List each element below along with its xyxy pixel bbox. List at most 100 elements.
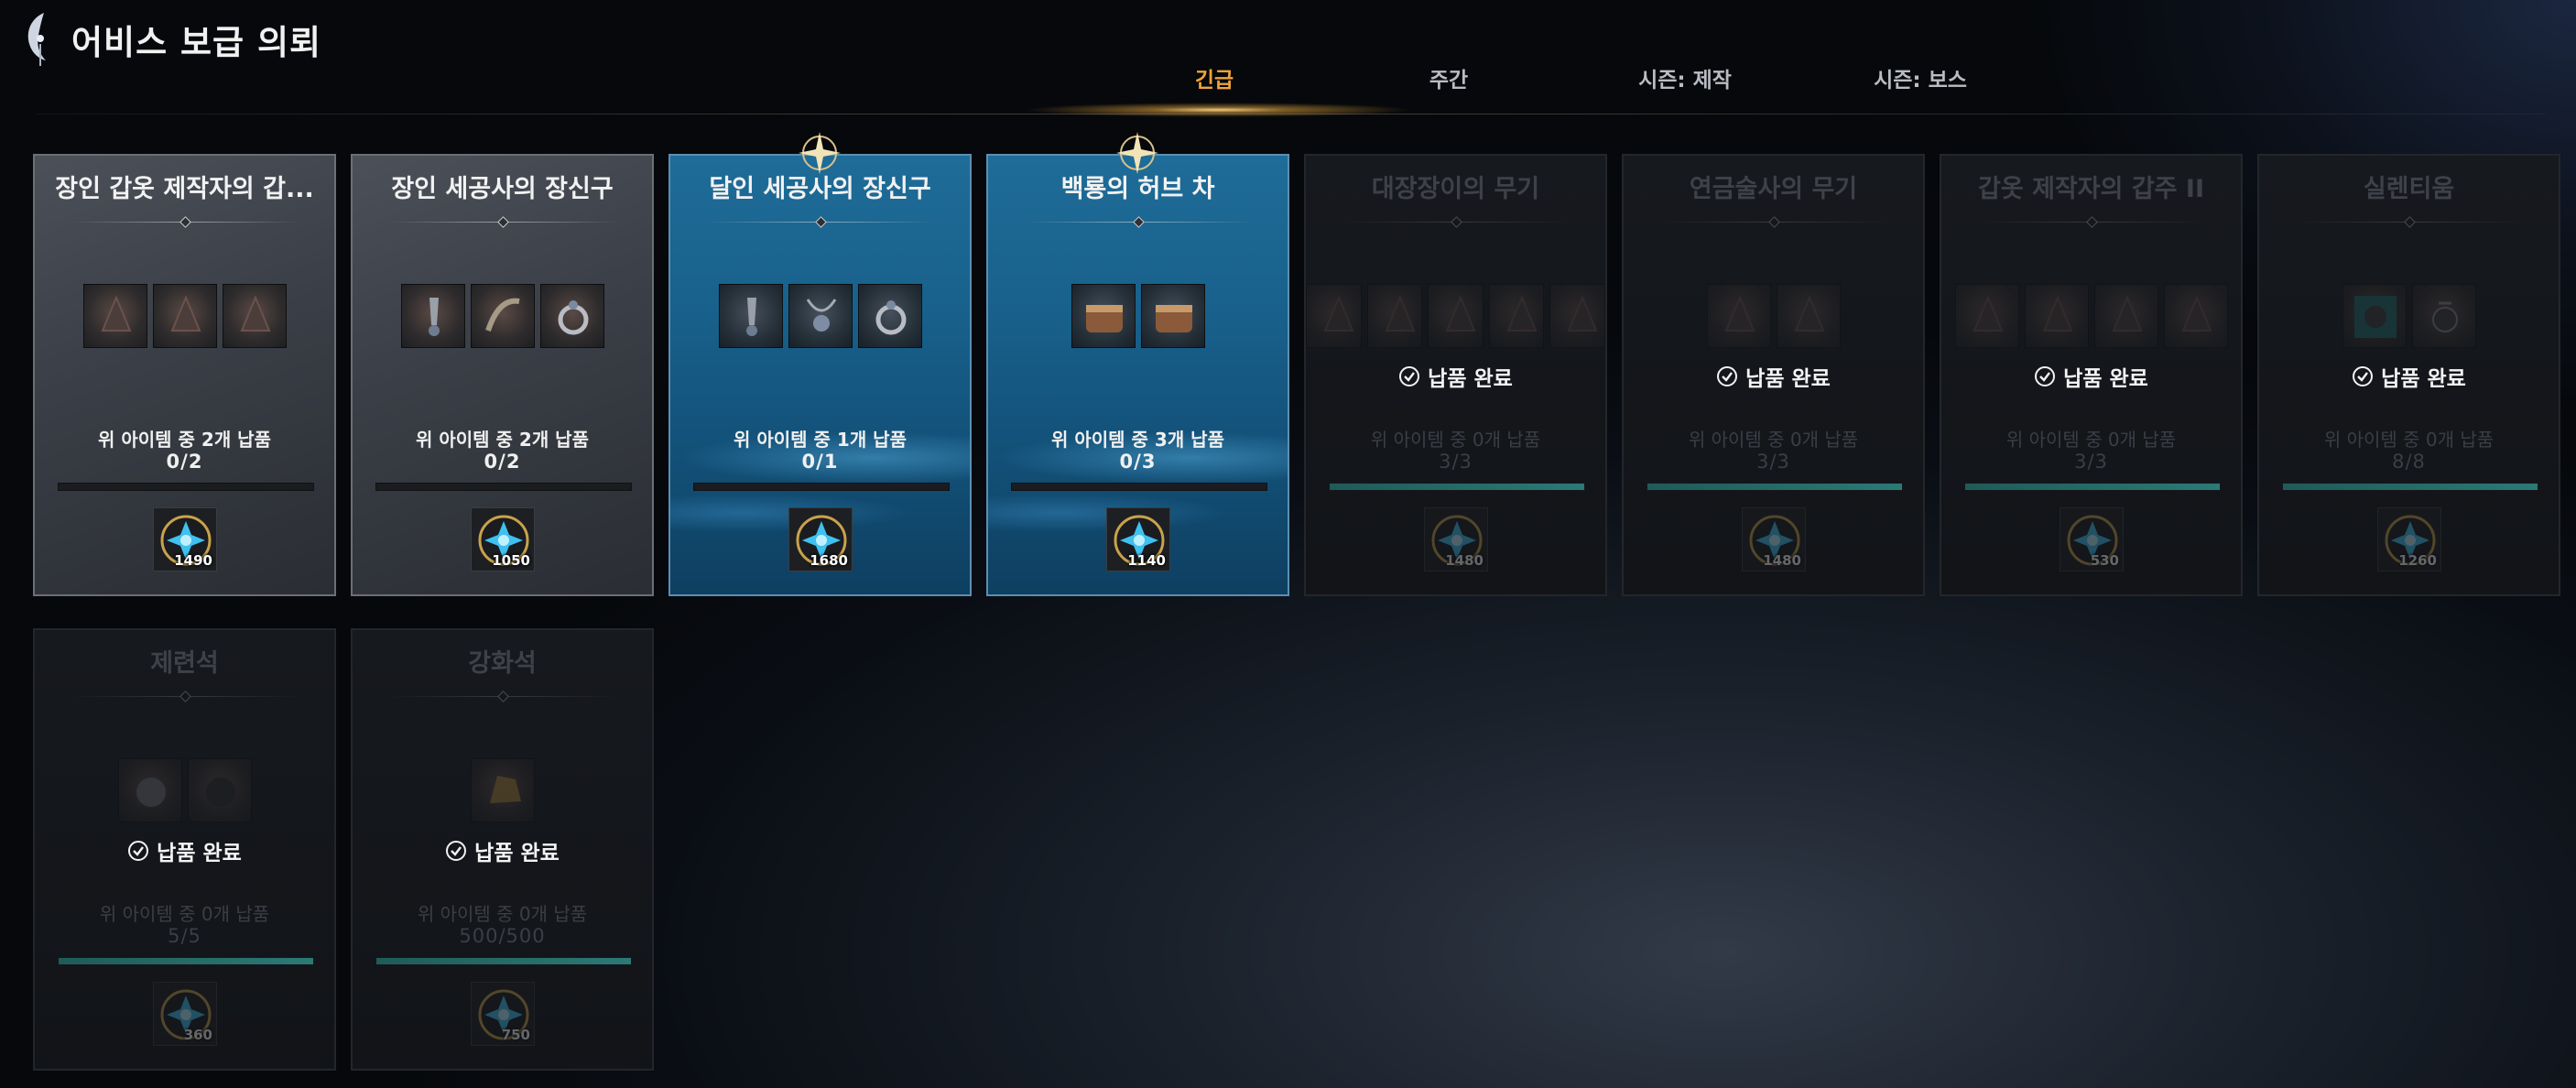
reward-slot[interactable]: 1260 [2377,507,2441,571]
delivery-complete-label: 납품 완료 [1745,367,1831,391]
check-circle-icon [2353,366,2374,386]
delivery-complete: 납품 완료 [35,835,334,866]
abyss-supply-screen: 어비스 보급 의뢰 긴급 주간 시즌: 제작 시즌: 보스 장인 갑옷 제작자의… [0,0,2576,1088]
request-card[interactable]: 실렌티움 납품 완료 위 아이템 중 0개 납품 8/8 1260 [2257,154,2560,596]
request-card[interactable]: 강화석 납품 완료 위 아이템 중 0개 납품 500/500 750 [351,628,654,1071]
requirement-text: 위 아이템 중 2개 납품 [416,429,589,451]
horn-charm-icon[interactable] [470,284,535,348]
progress-bar-fill [1965,484,2220,490]
request-card[interactable]: 대장장이의 무기 납품 완료 위 아이템 중 0개 납품 3/3 1480 [1304,154,1607,596]
teal-ore-icon[interactable] [2342,284,2407,348]
reward-value: 1480 [1445,552,1484,569]
ring-icon[interactable] [857,284,922,348]
progress-bar [58,483,314,491]
reward-slot[interactable]: 1140 [1106,507,1170,571]
card-title: 제련석 [150,649,219,678]
armor-boots-icon[interactable] [222,284,287,348]
check-circle-icon [446,841,467,861]
reward-slot[interactable]: 750 [471,982,535,1046]
request-card[interactable]: 갑옷 제작자의 갑주 II 납품 완료 위 아이템 중 0개 납품 3/3 530 [1940,154,2243,596]
reward-slot[interactable]: 1680 [788,507,853,571]
reward-slot[interactable]: 1480 [1424,507,1488,571]
request-card[interactable]: 제련석 납품 완료 위 아이템 중 0개 납품 5/5 360 [33,628,336,1071]
reward-value: 1490 [174,552,212,569]
request-card[interactable]: 장인 갑옷 제작자의 갑... 위 아이템 중 2개 납품 0/2 1490 [33,154,336,596]
armor-chest-icon[interactable] [152,284,217,348]
pendant-icon[interactable] [2411,284,2476,348]
item-slots [1941,284,2241,348]
delivery-complete-label: 납품 완료 [1428,367,1513,391]
progress-bar [58,957,314,965]
request-card[interactable]: 연금술사의 무기 납품 완료 위 아이템 중 0개 납품 3/3 1480 [1622,154,1925,596]
card-title: 장인 갑옷 제작자의 갑... [55,175,314,203]
tab-season-crafting[interactable]: 시즌: 제작 [1638,62,1732,99]
progress-bar-fill [2283,484,2538,490]
delivery-complete: 납품 완료 [1941,361,2241,392]
progress-bar-fill [1647,484,1902,490]
requirement-text: 위 아이템 중 1개 납품 [734,429,907,451]
card-divider [1660,216,1889,228]
dagger-icon[interactable] [1549,284,1605,348]
card-divider [389,216,618,228]
orb-icon[interactable] [1776,284,1841,348]
item-slots [988,284,1288,348]
gauntlet-icon[interactable] [1954,284,2019,348]
crossbow-icon[interactable] [1488,284,1545,348]
gray-stone-icon[interactable] [117,758,182,822]
tea-cup-icon[interactable] [1140,284,1205,348]
progress-bar-fill [1330,484,1584,490]
armor-helm-icon[interactable] [82,284,147,348]
earring-icon[interactable] [400,284,465,348]
progress-count: 8/8 [2392,451,2426,473]
reward-value: 360 [183,1027,212,1043]
bracer-icon[interactable] [2163,284,2228,348]
check-circle-icon [2035,366,2056,386]
item-slots [353,284,652,348]
ring-icon[interactable] [539,284,604,348]
card-title: 연금술사의 무기 [1689,175,1858,203]
delivery-complete: 납품 완료 [1624,361,1923,392]
card-title: 장인 세공사의 장신구 [391,175,614,203]
reward-slot[interactable]: 1480 [1742,507,1806,571]
axe-icon[interactable] [1366,284,1423,348]
card-divider [71,691,300,702]
reward-slot[interactable]: 1490 [153,507,217,571]
progress-bar [375,957,632,965]
card-divider [71,216,300,228]
earring-icon[interactable] [718,284,783,348]
progress-count: 0/3 [1119,451,1157,473]
delivery-complete: 납품 완료 [2259,361,2559,392]
boots-icon[interactable] [2093,284,2158,348]
progress-count: 5/5 [168,925,201,947]
reward-slot[interactable]: 530 [2060,507,2124,571]
potion-flask-icon[interactable] [1706,284,1771,348]
reward-slot[interactable]: 360 [153,982,217,1046]
request-card[interactable]: 달인 세공사의 장신구 위 아이템 중 1개 납품 0/1 1680 [668,154,972,596]
card-title: 강화석 [468,649,537,678]
dark-stone-icon[interactable] [187,758,252,822]
tea-cup-icon[interactable] [1071,284,1136,348]
progress-bar [1329,483,1585,491]
greaves-icon[interactable] [2024,284,2089,348]
card-title: 대장장이의 무기 [1371,175,1540,203]
compass-star-icon [1116,132,1158,174]
request-card[interactable]: 장인 세공사의 장신구위 아이템 중 2개 납품 0/2 1050 [351,154,654,596]
progress-bar-fill [376,958,631,964]
tab-urgent[interactable]: 긴급 [1195,62,1234,99]
reward-slot[interactable]: 1050 [471,507,535,571]
amulet-icon[interactable] [788,284,853,348]
spear-icon[interactable] [1428,284,1484,348]
item-slots [35,284,334,348]
progress-bar [1647,483,1903,491]
gold-stone-icon[interactable] [470,758,535,822]
item-slots [353,758,652,822]
progress-count: 0/2 [484,451,521,473]
progress-count: 3/3 [1439,451,1473,473]
tab-season-boss[interactable]: 시즌: 보스 [1874,62,1967,99]
progress-count: 0/1 [801,451,839,473]
progress-bar [2282,483,2538,491]
request-card[interactable]: 백룡의 허브 차위 아이템 중 3개 납품 0/3 1140 [986,154,1289,596]
item-slots [2259,284,2559,348]
tab-weekly[interactable]: 주간 [1429,62,1468,99]
sword-icon[interactable] [1306,284,1362,348]
